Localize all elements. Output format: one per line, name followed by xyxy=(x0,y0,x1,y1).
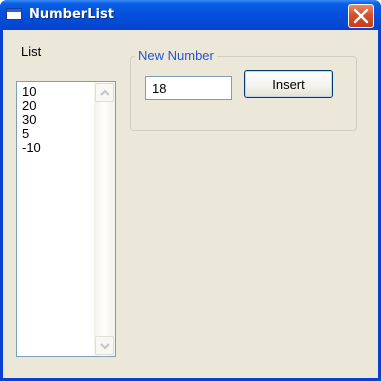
list-item[interactable]: 10 xyxy=(22,85,41,99)
list-item[interactable]: -10 xyxy=(22,141,41,155)
close-x-icon xyxy=(353,8,369,24)
window-title: NumberList xyxy=(29,7,114,22)
list-items: 10 20 30 5 -10 xyxy=(22,85,41,155)
scroll-down-button[interactable] xyxy=(95,336,114,355)
list-item[interactable]: 20 xyxy=(22,99,41,113)
list-item[interactable]: 5 xyxy=(22,127,41,141)
vertical-scrollbar[interactable] xyxy=(94,82,115,356)
list-label: List xyxy=(21,44,42,59)
number-input[interactable] xyxy=(145,76,232,100)
insert-button[interactable]: Insert xyxy=(244,70,333,98)
number-listbox[interactable]: 10 20 30 5 -10 xyxy=(16,81,116,357)
new-number-legend: New Number xyxy=(135,48,217,63)
app-window: NumberList List 10 20 30 5 -10 New Numbe… xyxy=(0,0,381,381)
title-bar[interactable]: NumberList xyxy=(0,0,381,30)
chevron-down-icon xyxy=(100,343,110,350)
window-icon xyxy=(6,8,22,20)
client-area: List 10 20 30 5 -10 New Number 18 Insert xyxy=(3,30,378,378)
list-item[interactable]: 30 xyxy=(22,113,41,127)
scroll-up-button[interactable] xyxy=(95,83,114,102)
chevron-up-icon xyxy=(100,89,110,96)
close-button[interactable] xyxy=(348,4,374,28)
